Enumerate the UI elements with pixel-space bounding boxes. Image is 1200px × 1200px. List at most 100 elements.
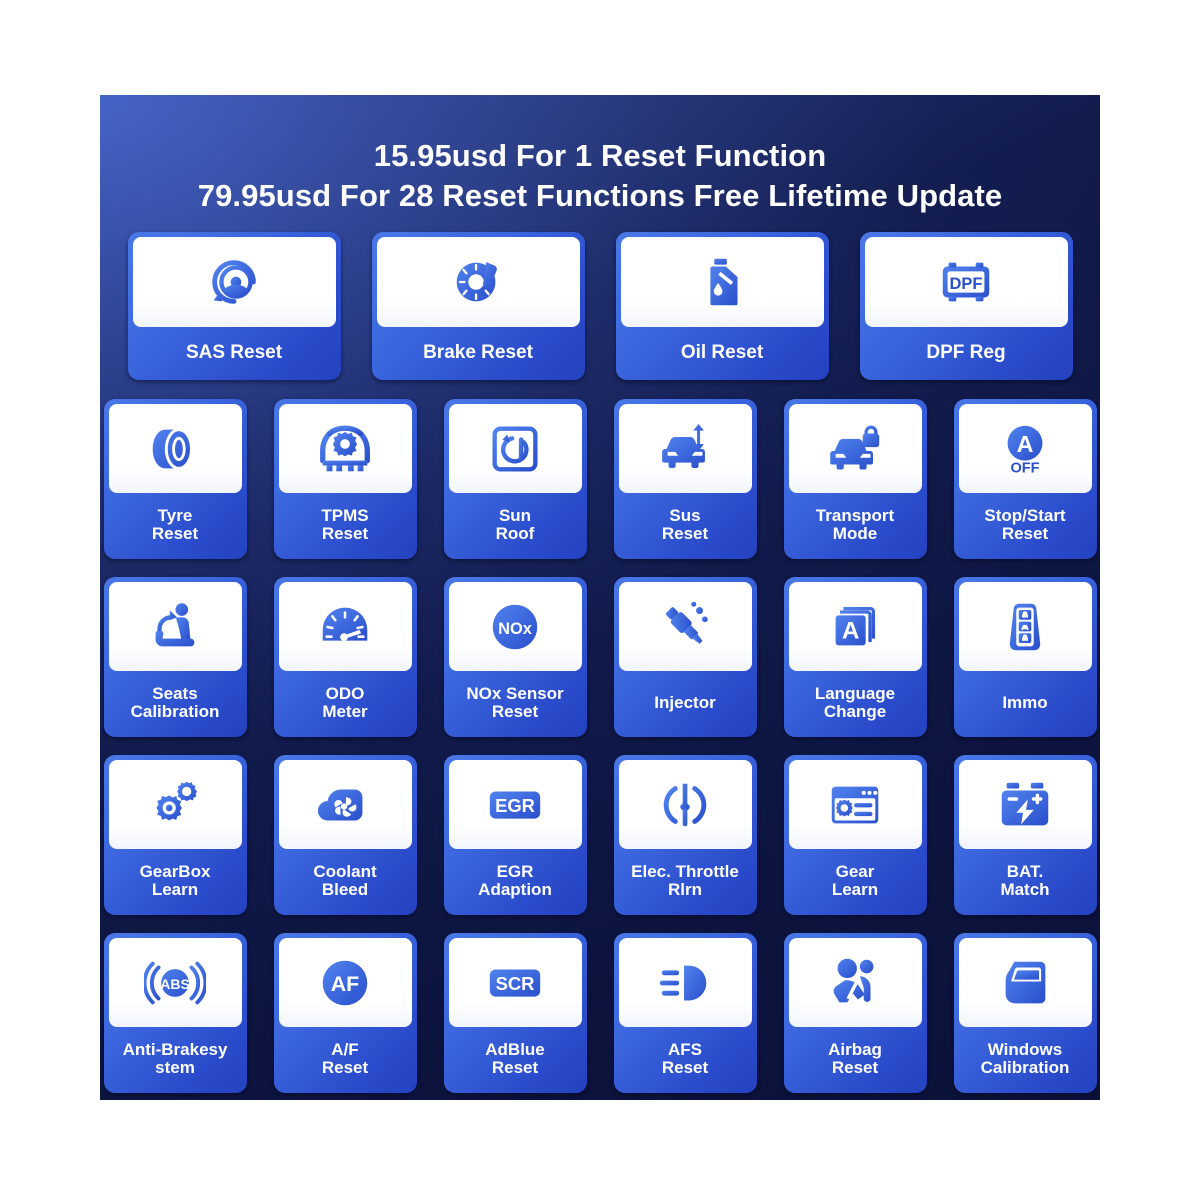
tile-label: NOx Sensor Reset [449,671,582,737]
tile-afs-reset[interactable]: AFS Reset [613,933,757,1094]
tile-injector[interactable]: Injector [613,577,757,738]
function-row-4: GearBox Learn Coolant Bleed EGR EGR Adap… [100,755,1100,916]
tile-af-reset[interactable]: AF A/F Reset [273,933,417,1094]
tile-nox-sensor-reset[interactable]: NOx NOx Sensor Reset [443,577,587,738]
tile-label-line-2: Rlrn [668,880,702,900]
tile-label: TPMS Reset [279,493,412,559]
tile-label-line-1: AFS [668,1040,702,1060]
tile-stop-start-reset[interactable]: A OFF Stop/Start Reset [953,399,1097,560]
tile-sas-reset[interactable]: SAS Reset [127,232,341,381]
battery-icon [958,760,1092,850]
scr-icon-text: SCR [496,973,535,994]
dpf-module-icon: DPF [864,237,1068,328]
tile-label: Oil Reset [621,327,824,380]
oil-bottle-icon [620,237,824,328]
tile-label: Sus Reset [619,493,752,559]
tile-egr-adaption[interactable]: EGR EGR Adaption [443,755,587,916]
af-badge-icon: AF [278,938,412,1028]
tile-label-line-2: Calibration [130,702,220,722]
function-row-2: Tyre Reset TPMS Reset Sun Roof Sus Reset… [100,399,1100,560]
tile-label: Gear Learn [789,849,922,915]
tile-label-line-1: BAT. [1006,862,1044,882]
stop-start-off-text: OFF [1010,460,1039,476]
tile-label-line-1: Stop/Start [984,506,1066,526]
car-lock-icon [788,404,922,494]
tile-label-line-2: Reset [1001,524,1049,544]
tile-seats-calibration[interactable]: Seats Calibration [103,577,247,738]
pricing-headline-line-1: 15.95usd For 1 Reset Function [373,138,827,173]
tile-label-line-2: Change [823,702,887,722]
tile-sun-roof[interactable]: Sun Roof [443,399,587,560]
steering-wheel-reset-icon [132,237,336,328]
tile-label-line-1: Anti-Brakesy [122,1040,228,1060]
tile-tyre-reset[interactable]: Tyre Reset [103,399,247,560]
tile-label: Immo [959,671,1092,737]
tile-language-change[interactable]: A Language Change [783,577,927,738]
function-row-3: Seats Calibration ODO Meter NOx NOx Sens… [100,577,1100,738]
function-row-1: SAS Reset Brake Reset Oil Reset DPF DPF … [100,232,1100,381]
tile-label: Sun Roof [449,493,582,559]
tile-gear-learn[interactable]: Gear Learn [783,755,927,916]
fuel-injector-icon [618,582,752,672]
tile-label-line-2: stem [155,1058,195,1078]
sunroof-icon [448,404,582,494]
abs-brake-icon: ABS [108,938,242,1028]
tile-label-line-1: Transport [815,506,895,526]
coolant-fan-icon [278,760,412,850]
tile-label-line-1: Immo [1002,693,1048,713]
tile-label-line-2: Reset [321,524,369,544]
tile-sus-reset[interactable]: Sus Reset [613,399,757,560]
tile-label-line-2: Meter [322,702,368,722]
tile-label-line-1: EGR [496,862,534,882]
tile-brake-reset[interactable]: Brake Reset [371,232,585,381]
tile-label: ODO Meter [279,671,412,737]
odometer-gauge-icon [278,582,412,672]
gear-learn-screen-icon [788,760,922,850]
tile-label-line-1: Language [814,684,896,704]
tyre-icon [108,404,242,494]
tile-label-line-1: TPMS [321,506,369,526]
egr-badge-icon: EGR [448,760,582,850]
tile-label-line-2: Adaption [478,880,552,900]
tile-odo-meter[interactable]: ODO Meter [273,577,417,738]
tile-label: SAS Reset [133,327,336,380]
tile-label-line-1: Windows [987,1040,1063,1060]
tile-adblue-reset[interactable]: SCR AdBlue Reset [443,933,587,1094]
car-seat-icon [108,582,242,672]
tile-anti-brake-system[interactable]: ABS Anti-Brakesy stem [103,933,247,1094]
tile-immo[interactable]: Immo [953,577,1097,738]
car-suspension-icon [618,404,752,494]
tpms-tyre-gear-icon [278,404,412,494]
tile-label-line-2: Reset [321,1058,369,1078]
tile-label-line-2: Reset [831,1058,879,1078]
tile-label-line-2: Mode [832,524,878,544]
tile-gearbox-learn[interactable]: GearBox Learn [103,755,247,916]
throttle-body-icon [618,760,752,850]
function-row-5: ABS Anti-Brakesy stem AF A/F Reset SCR A… [100,933,1100,1094]
af-icon-text: AF [331,972,359,996]
tile-windows-calibration[interactable]: Windows Calibration [953,933,1097,1094]
tile-label: GearBox Learn [109,849,242,915]
tile-label-line-1: AdBlue [485,1040,545,1060]
tile-oil-reset[interactable]: Oil Reset [615,232,829,381]
tile-label: Coolant Bleed [279,849,412,915]
tile-transport-mode[interactable]: Transport Mode [783,399,927,560]
tile-label-line-2: Bleed [321,880,369,900]
tile-tpms-reset[interactable]: TPMS Reset [273,399,417,560]
tile-label: Injector [619,671,752,737]
tile-label-line-1: Oil Reset [680,341,764,363]
pricing-headline-line-2: 79.95usd For 28 Reset Functions Free Lif… [197,178,1003,214]
tile-label-line-2: Reset [151,524,199,544]
tile-label: Brake Reset [377,327,580,380]
tile-label-line-1: Sus [669,506,701,526]
tile-elec-throttle-relearn[interactable]: Elec. Throttle Rlrn [613,755,757,916]
tile-coolant-bleed[interactable]: Coolant Bleed [273,755,417,916]
tile-label-line-1: Brake Reset [423,341,533,363]
tile-bat-match[interactable]: BAT. Match [953,755,1097,916]
car-door-window-icon [958,938,1092,1028]
tile-airbag-reset[interactable]: Airbag Reset [783,933,927,1094]
tile-label-line-2: Roof [495,524,535,544]
tile-label: Anti-Brakesy stem [109,1027,242,1093]
tile-label-line-1: DPF Reg [926,341,1006,363]
tile-dpf-reg[interactable]: DPF DPF Reg [859,232,1073,381]
